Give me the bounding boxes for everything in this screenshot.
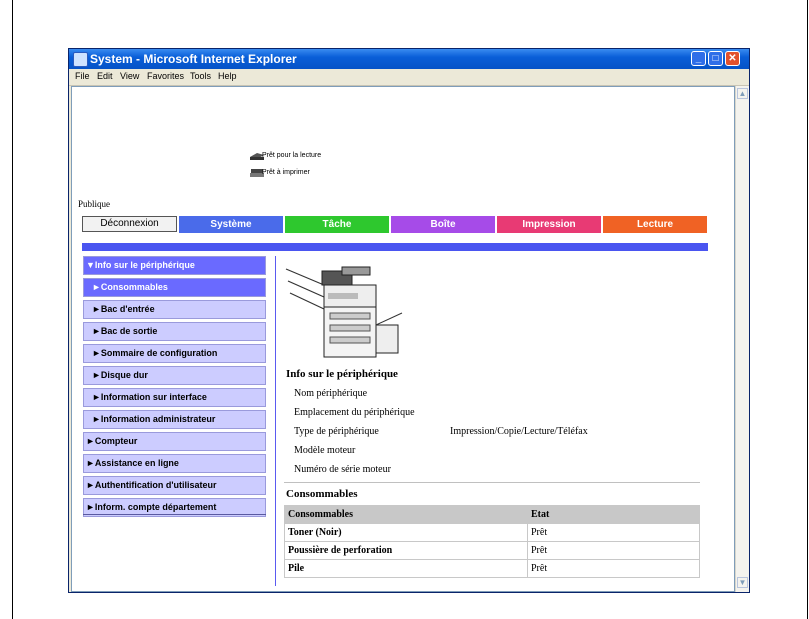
menu-tools[interactable]: Tools (190, 71, 211, 81)
device-type-value: Impression/Copie/Lecture/Téléfax (450, 426, 588, 437)
column-header: Etat (527, 505, 700, 524)
sidebar-item-user-authentication[interactable]: ►Authentification d'utilisateur (83, 476, 266, 495)
sidebar-item-consumables[interactable]: ►Consommables (83, 278, 266, 297)
menu-file[interactable]: File (75, 71, 90, 81)
device-info-label: Numéro de série moteur (294, 464, 391, 475)
tab-boite[interactable]: Boîte (391, 216, 495, 233)
menu-favorites[interactable]: Favorites (147, 71, 184, 81)
mfp-device-image (285, 266, 403, 358)
logout-button[interactable]: Déconnexion (82, 216, 177, 232)
sidebar-item-admin-info[interactable]: ►Information administrateur (83, 410, 266, 429)
table-row: Pile Prêt (284, 559, 700, 578)
menu-edit[interactable]: Edit (97, 71, 113, 81)
device-info-label: Type de périphérique (294, 426, 379, 437)
status-scan-ready: Prêt pour la lecture (262, 152, 322, 159)
tab-systeme[interactable]: Système (179, 216, 283, 233)
tab-underline-band (82, 243, 708, 251)
sidebar-menu: ▼Info sur le périphérique ►Consommables … (83, 256, 266, 520)
browser-viewport: Prêt pour la lecture Prêt à imprimer Pub… (71, 86, 735, 592)
minimize-button[interactable]: _ (691, 51, 706, 66)
status-print-ready: Prêt à imprimer (262, 169, 310, 176)
consumable-name: Poussière de perforation (284, 541, 528, 560)
sidebar-item-device-info[interactable]: ▼Info sur le périphérique (83, 256, 266, 275)
consumable-name: Pile (284, 559, 528, 578)
maximize-button[interactable]: □ (708, 51, 723, 66)
scroll-down-icon[interactable]: ▼ (737, 577, 748, 588)
sidebar-item-output-tray[interactable]: ►Bac de sortie (83, 322, 266, 341)
consumable-status: Prêt (527, 523, 700, 542)
device-info-label: Nom périphérique (294, 388, 368, 399)
column-header: Consommables (284, 505, 528, 524)
ie-app-icon (73, 52, 88, 67)
table-row: Toner (Noir) Prêt (284, 523, 700, 542)
sidebar-item-interface-info[interactable]: ►Information sur interface (83, 388, 266, 407)
sidebar-item-hard-disk[interactable]: ►Disque dur (83, 366, 266, 385)
table-header-row: Consommables Etat (284, 505, 700, 524)
tab-lecture[interactable]: Lecture (603, 216, 707, 233)
user-mode-label: Publique (78, 199, 111, 209)
sidebar-divider (83, 514, 266, 515)
sidebar-item-counter[interactable]: ►Compteur (83, 432, 266, 451)
device-info-title: Info sur le périphérique (286, 368, 398, 380)
scroll-up-icon[interactable]: ▲ (737, 88, 748, 99)
ie-window: System - Microsoft Internet Explorer _ □… (68, 48, 750, 593)
sidebar-item-configuration-summary[interactable]: ►Sommaire de configuration (83, 344, 266, 363)
window-title: System - Microsoft Internet Explorer (90, 52, 297, 66)
content-divider (275, 256, 276, 586)
consumables-table: Consommables Etat Toner (Noir) Prêt Pous… (284, 505, 700, 578)
title-bar[interactable]: System - Microsoft Internet Explorer _ □… (69, 49, 749, 69)
menu-bar: File Edit View Favorites Tools Help (69, 69, 749, 102)
tab-tache[interactable]: Tâche (285, 216, 389, 233)
device-info-label: Modèle moteur (294, 445, 356, 456)
consumables-title: Consommables (286, 488, 358, 500)
table-row: Poussière de perforation Prêt (284, 541, 700, 560)
consumable-status: Prêt (527, 541, 700, 560)
menu-help[interactable]: Help (218, 71, 237, 81)
close-button[interactable]: ✕ (725, 51, 740, 66)
device-info-label: Emplacement du périphérique (294, 407, 415, 418)
menu-view[interactable]: View (120, 71, 139, 81)
sidebar-item-input-tray[interactable]: ►Bac d'entrée (83, 300, 266, 319)
tab-impression[interactable]: Impression (497, 216, 601, 233)
sidebar-item-online-assistance[interactable]: ►Assistance en ligne (83, 454, 266, 473)
consumable-status: Prêt (527, 559, 700, 578)
section-divider (284, 482, 700, 483)
consumable-name: Toner (Noir) (284, 523, 528, 542)
vertical-scrollbar[interactable]: ▲ ▼ (735, 86, 749, 592)
